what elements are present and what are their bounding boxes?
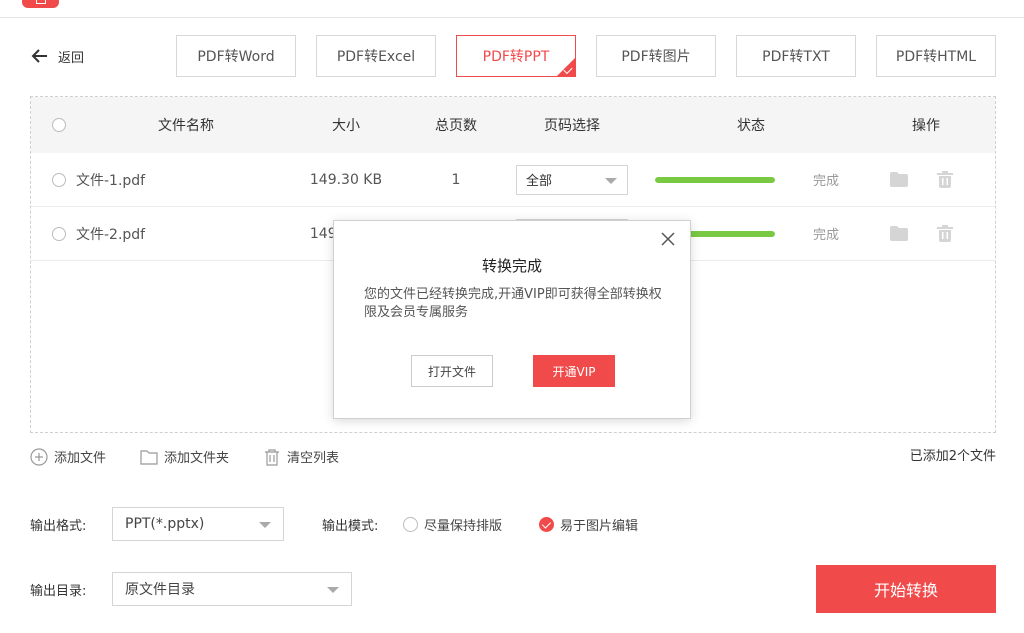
page-select-dropdown[interactable]: 全部 [516, 153, 628, 206]
mode-image-edit-label: 易于图片编辑 [560, 519, 639, 534]
add-folder-button[interactable]: 添加文件夹 [140, 447, 229, 466]
output-mode-label: 输出模式: [322, 519, 379, 534]
arrow-left-icon [31, 49, 47, 63]
add-file-label: 添加文件 [54, 451, 107, 466]
row-radio[interactable] [51, 207, 67, 260]
folder-icon[interactable] [889, 153, 909, 206]
start-convert-button[interactable]: 开始转换 [816, 565, 996, 613]
app-logo-icon [22, 0, 59, 8]
file-count: 已添加2个文件 [909, 449, 996, 464]
progress-bar [655, 153, 775, 206]
page-select-value: 全部 [526, 174, 553, 189]
mode-image-edit-radio[interactable]: 易于图片编辑 [539, 515, 638, 534]
tab-pdf-to-html[interactable]: PDF转HTML [876, 35, 996, 77]
file-name: 文件-1.pdf [76, 172, 146, 189]
tab-pdf-to-excel[interactable]: PDF转Excel [316, 35, 436, 77]
progress-fill [655, 176, 775, 183]
open-vip-button[interactable]: 开通VIP [533, 355, 615, 387]
tab-pdf-to-txt[interactable]: PDF转TXT [736, 35, 856, 77]
tab-pdf-to-ppt[interactable]: PDF转PPT [456, 35, 576, 77]
col-status: 状态 [737, 118, 765, 134]
back-label: 返回 [58, 50, 85, 66]
add-folder-label: 添加文件夹 [164, 451, 230, 466]
col-actions: 操作 [912, 118, 940, 134]
folder-icon[interactable] [889, 207, 909, 260]
mode-keep-layout-label: 尽量保持排版 [424, 519, 503, 534]
table-row: 文件-1.pdf 149.30 KB 1 全部 完成 [31, 153, 995, 207]
col-page-select: 页码选择 [544, 118, 600, 134]
file-actions-bar: 添加文件 添加文件夹 清空列表 [30, 447, 373, 466]
select-all-radio[interactable] [51, 97, 67, 153]
status-text: 完成 [812, 228, 839, 243]
output-format-dropdown[interactable]: PPT(*.pptx) [112, 507, 284, 541]
radio-checked-icon [539, 517, 554, 532]
trash-icon[interactable] [935, 153, 955, 206]
row-radio[interactable] [51, 153, 67, 206]
back-button[interactable]: 返回 [30, 46, 84, 66]
tab-pdf-to-image[interactable]: PDF转图片 [596, 35, 716, 77]
tab-pdf-to-word[interactable]: PDF转Word [176, 35, 296, 77]
output-dir-value: 原文件目录 [125, 582, 195, 598]
table-header: 文件名称 大小 总页数 页码选择 状态 操作 [31, 97, 995, 153]
dialog-title: 转换完成 [481, 257, 542, 275]
close-icon[interactable] [660, 231, 676, 247]
clear-list-label: 清空列表 [287, 451, 340, 466]
trash-outline-icon [265, 448, 280, 466]
status-text: 完成 [812, 174, 839, 189]
output-format-label: 输出格式: [30, 519, 87, 534]
plus-circle-icon [30, 447, 48, 466]
file-size: 149.30 KB [309, 171, 383, 188]
mode-keep-layout-radio[interactable]: 尽量保持排版 [403, 515, 502, 534]
conversion-complete-dialog: 转换完成 您的文件已经转换完成,开通VIP即可获得全部转换权限及会员专属服务 打… [333, 220, 691, 419]
page-count: 1 [451, 171, 461, 188]
tab-pdf-to-ppt-label: PDF转PPT [482, 49, 550, 65]
file-name: 文件-2.pdf [76, 226, 146, 243]
folder-outline-icon [140, 449, 158, 465]
add-file-button[interactable]: 添加文件 [30, 447, 106, 466]
open-file-button[interactable]: 打开文件 [411, 355, 493, 387]
output-dir-label: 输出目录: [30, 584, 87, 599]
title-bar-divider [0, 17, 1024, 18]
trash-icon[interactable] [935, 207, 955, 260]
conversion-tabs: PDF转Word PDF转Excel PDF转PPT PDF转图片 PDF转TX… [176, 35, 996, 77]
dialog-message: 您的文件已经转换完成,开通VIP即可获得全部转换权限及会员专属服务 [364, 287, 662, 320]
radio-icon [403, 517, 418, 532]
col-file-name: 文件名称 [158, 118, 214, 134]
output-format-value: PPT(*.pptx) [125, 516, 205, 532]
chevron-down-icon [605, 177, 617, 184]
output-dir-dropdown[interactable]: 原文件目录 [112, 572, 352, 606]
clear-list-button[interactable]: 清空列表 [263, 447, 339, 466]
chevron-down-icon [327, 587, 339, 593]
col-pages: 总页数 [435, 118, 477, 134]
chevron-down-icon [259, 522, 271, 528]
col-size: 大小 [332, 118, 360, 134]
